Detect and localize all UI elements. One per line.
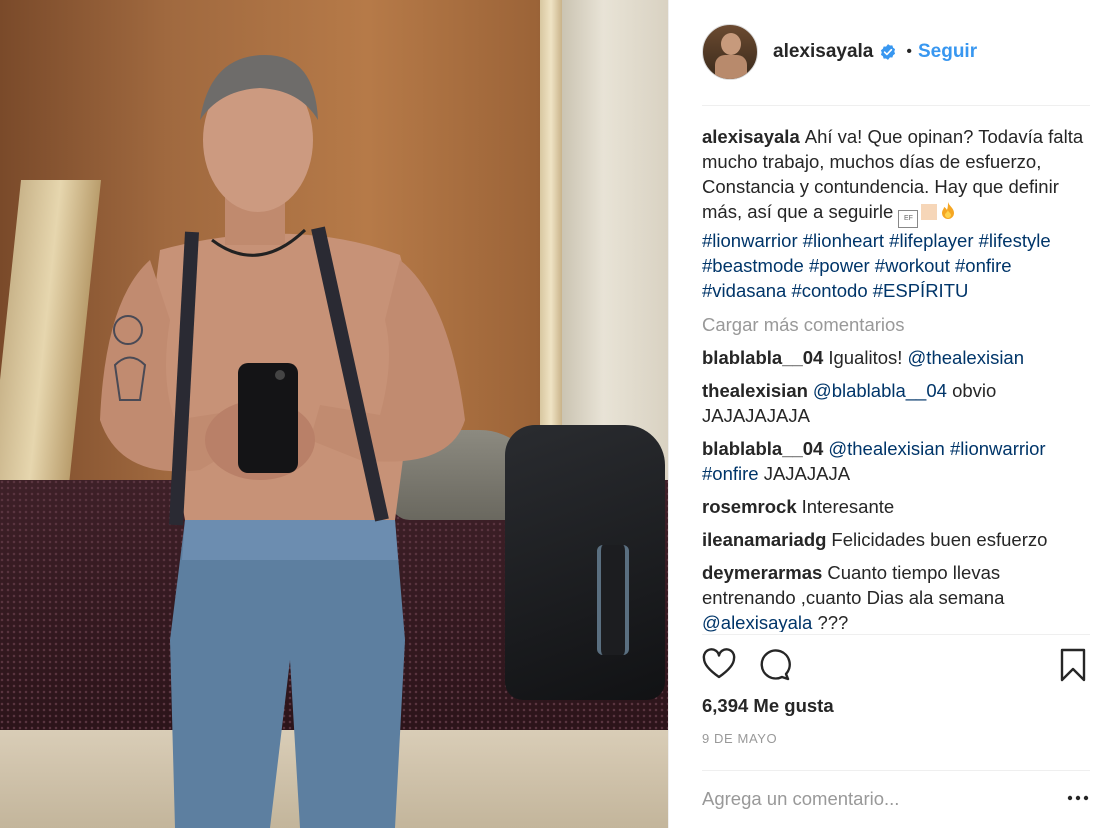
photo-person xyxy=(100,55,465,828)
hashtag-link[interactable]: #lionheart xyxy=(803,230,884,251)
action-bar xyxy=(702,648,1090,686)
load-more-comments-button[interactable]: Cargar más comentarios xyxy=(702,312,1087,337)
hashtag-link[interactable]: #power xyxy=(809,255,870,276)
comment-username[interactable]: thealexisian xyxy=(702,380,808,401)
caption-username[interactable]: alexisayala xyxy=(702,126,800,147)
comment-username[interactable]: ileanamariadg xyxy=(702,529,826,550)
verified-badge-icon xyxy=(881,44,896,60)
hashtag-link[interactable]: #ESPÍRITU xyxy=(873,280,969,301)
hashtag-link[interactable]: #contodo xyxy=(791,280,867,301)
post-date[interactable]: 9 DE MAYO xyxy=(702,731,777,746)
hashtag-link[interactable]: #workout xyxy=(875,255,950,276)
comments-divider xyxy=(702,634,1090,635)
header-divider xyxy=(702,105,1090,106)
header-username[interactable]: alexisayala xyxy=(773,41,873,63)
comment-item: ileanamariadg Felicidades buen esfuerzo xyxy=(702,527,1087,552)
hashtag-link[interactable]: #lifestyle xyxy=(979,230,1051,251)
comment-text: JAJAJAJA xyxy=(763,463,851,484)
likes-count[interactable]: 6,394 Me gusta xyxy=(702,695,834,717)
comment-username[interactable]: blablabla__04 xyxy=(702,438,823,459)
heart-icon[interactable] xyxy=(702,648,736,682)
comment-mention[interactable]: @thealexisian xyxy=(908,347,1024,368)
post-photo[interactable] xyxy=(0,0,668,828)
comment-item: blablabla__04 @thealexisian #lionwarrior … xyxy=(702,436,1087,486)
add-comment-input[interactable] xyxy=(702,784,1022,814)
bookmark-icon[interactable] xyxy=(1056,648,1090,682)
hashtag-link[interactable]: #vidasana xyxy=(702,280,786,301)
post-header: alexisayala • Seguir xyxy=(702,22,977,82)
comment-bubble-icon[interactable] xyxy=(757,648,791,682)
skin-tone-emoji-icon xyxy=(921,204,938,220)
comments-list[interactable]: alexisayala Ahí va! Que opinan? Todavía f… xyxy=(702,124,1087,632)
comment-username[interactable]: blablabla__04 xyxy=(702,347,823,368)
comment-text-after: ??? xyxy=(817,612,849,632)
more-options-icon[interactable] xyxy=(1066,787,1090,809)
comment-item: deymerarmas Cuanto tiempo llevas entrenan… xyxy=(702,560,1087,632)
hashtag-link[interactable]: #lifeplayer xyxy=(889,230,973,251)
hashtag-link[interactable]: #lionwarrior xyxy=(702,230,798,251)
comment-item: blablabla__04 Igualitos! @thealexisian xyxy=(702,345,1087,370)
comment-mention[interactable]: @alexisayala xyxy=(702,612,812,632)
post-caption: alexisayala Ahí va! Que opinan? Todavía f… xyxy=(702,124,1087,303)
unsupported-emoji-icon: EF xyxy=(898,210,919,228)
comment-text: Felicidades buen esfuerzo xyxy=(831,529,1048,550)
comment-box-divider xyxy=(702,770,1090,771)
follow-button[interactable]: Seguir xyxy=(918,41,977,63)
hashtag-link[interactable]: #onfire xyxy=(955,255,1012,276)
comment-mention[interactable]: @blablabla__04 xyxy=(813,380,947,401)
post-panel: alexisayala • Seguir alexisayala Ahí va! … xyxy=(668,0,1112,828)
comment-item: thealexisian @blablabla__04 obvio JAJAJAJ… xyxy=(702,378,1087,428)
comment-username[interactable]: deymerarmas xyxy=(702,562,822,583)
avatar[interactable] xyxy=(702,24,758,80)
hashtag-link[interactable]: #beastmode xyxy=(702,255,804,276)
comment-username[interactable]: rosemrock xyxy=(702,496,797,517)
fire-emoji-icon xyxy=(942,202,955,219)
comment-item: rosemrock Interesante xyxy=(702,494,1087,519)
header-separator: • xyxy=(906,43,912,60)
comment-text: Interesante xyxy=(801,496,895,517)
comment-text: Igualitos! xyxy=(828,347,903,368)
